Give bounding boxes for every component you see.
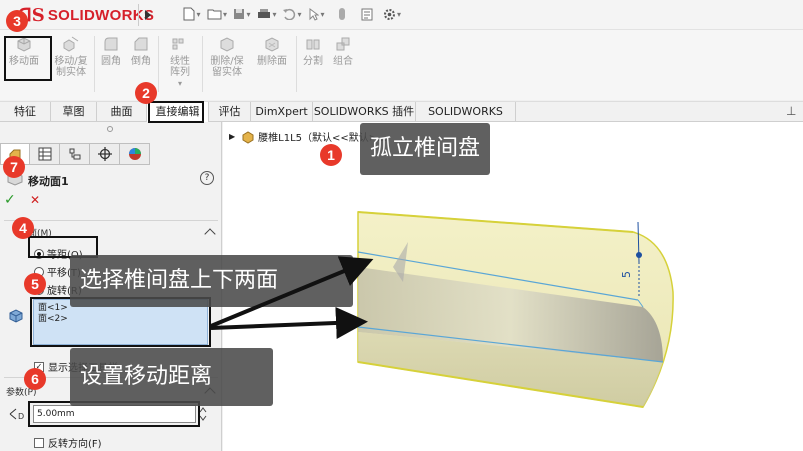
command-ribbon: 移动面 移动/复制实体 圆角 倒角 线性阵列 ▾ 删除/保留实体 删除面 分割 … [0,30,803,100]
title-bar: ꓷS SOLIDWORKS [0,0,803,30]
tab-surfaces[interactable]: 曲面 [97,102,147,122]
callout-set-distance: 设置移动距离 [70,348,273,406]
open-folder-icon[interactable] [207,5,227,23]
step-1-marker: 1 [320,144,342,166]
linear-pattern-icon [170,34,190,54]
collapse-caret-icon[interactable] [204,228,216,240]
linear-pattern-button[interactable]: 线性阵列 ▾ [160,34,200,89]
face-selection-icon [9,309,23,323]
step-2-marker: 2 [135,82,157,104]
help-icon[interactable]: ? [200,171,214,185]
save-icon[interactable] [232,5,252,23]
combine-icon [333,34,353,54]
move-copy-body-icon [61,34,81,54]
tab-dimxpert[interactable]: DimXpert [251,102,313,122]
configuration-tab[interactable] [60,143,90,165]
property-list-icon [38,147,51,161]
ribbon-separator [158,36,159,92]
feature-title: 移动面1 [28,175,69,188]
undo-icon[interactable] [282,5,302,23]
dimension-label[interactable]: 5 [620,271,633,278]
appearance-ball-icon [128,148,141,160]
highlight-direct-edit-tab [148,101,204,123]
file-properties-icon[interactable] [357,5,377,23]
svg-text:D: D [18,412,24,421]
step-3-marker: 3 [6,10,28,32]
ribbon-separator [94,36,95,92]
ok-check-icon[interactable]: ✓ [4,192,20,208]
quick-access-toolbar [182,5,402,23]
rebuild-icon[interactable] [332,5,352,23]
step-5-marker: 5 [24,273,46,295]
new-document-icon[interactable] [182,5,202,23]
configuration-icon [69,148,80,160]
crosshair-icon [97,147,112,161]
property-tab[interactable] [30,143,60,165]
cancel-x-icon[interactable]: ✕ [30,193,40,207]
ribbon-separator [202,36,203,92]
split-icon [303,34,323,54]
tab-features[interactable]: 特征 [0,102,51,122]
callout-select-faces: 选择椎间盘上下两面 [70,255,353,307]
delete-keep-body-button[interactable]: 删除/保留实体 [206,34,248,78]
delete-face-icon [262,34,282,54]
distance-icon: D [9,408,24,421]
delete-face-button[interactable]: 删除面 [252,34,292,67]
fillet-icon [101,34,121,54]
tab-sketch[interactable]: 草图 [51,102,97,122]
ribbon-separator [296,36,297,92]
delete-keep-body-icon [217,34,237,54]
reverse-direction-checkbox[interactable]: 反转方向(F) [34,435,102,450]
step-7-marker: 7 [3,156,25,178]
tab-evaluate[interactable]: 评估 [209,102,251,122]
dimxpert-tab[interactable] [90,143,120,165]
menu-expand-button[interactable] [138,4,156,26]
divider [4,220,218,221]
select-pointer-icon[interactable] [307,5,327,23]
panel-grip-icon[interactable] [107,126,113,132]
linear-pattern-dropdown-icon[interactable]: ▾ [178,78,182,89]
solidworks-logo: ꓷS SOLIDWORKS [18,5,154,26]
fillet-button[interactable]: 圆角 [98,34,124,67]
pin-icon[interactable]: ⊥ [786,104,796,118]
tab-solidworks-addins[interactable]: SOLIDWORKS 插件 [313,102,416,122]
chamfer-icon [131,34,151,54]
move-copy-body-button[interactable]: 移动/复制实体 [50,34,92,78]
display-tab[interactable] [120,143,150,165]
manager-tabs [0,143,222,165]
highlight-move-face [4,36,52,81]
chamfer-button[interactable]: 倒角 [128,34,154,67]
split-button[interactable]: 分割 [300,34,326,67]
callout-isolate-disc: 孤立椎间盘 [360,123,491,175]
step-6-marker: 6 [24,368,46,390]
command-manager-tabs: 特征 草图 曲面 直接编辑 评估 DimXpert SOLIDWORKS 插件 … [0,101,803,137]
options-gear-icon[interactable] [382,5,402,23]
step-4-marker: 4 [12,217,34,239]
print-icon[interactable] [257,5,277,23]
combine-button[interactable]: 组合 [330,34,356,67]
tab-solidworks-mbd[interactable]: SOLIDWORKS MBD [416,102,516,137]
